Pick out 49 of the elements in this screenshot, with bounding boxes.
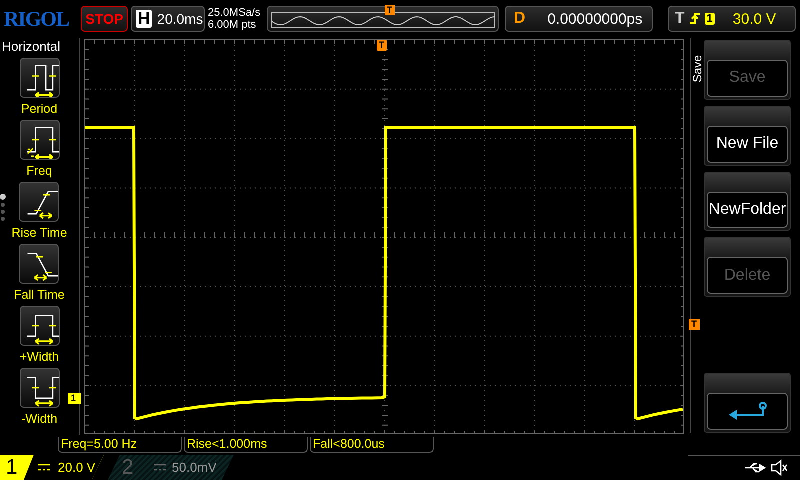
trigger-panel[interactable]: T 1 30.0 V bbox=[668, 6, 796, 32]
channel-scale: 20.0 V bbox=[58, 460, 96, 475]
frequency-icon[interactable] bbox=[20, 120, 60, 160]
channel-tab[interactable]: 2 50.0mV bbox=[108, 455, 234, 480]
rise-time-icon[interactable] bbox=[19, 182, 60, 222]
menu-item-label[interactable]: +Width bbox=[20, 350, 60, 364]
back-button[interactable] bbox=[707, 393, 788, 430]
positive-width-icon[interactable] bbox=[20, 306, 60, 346]
menu-item-label[interactable]: Fall Time bbox=[14, 288, 65, 302]
channel-tab[interactable]: 1 20.0 V bbox=[0, 455, 104, 480]
trigger-position-marker[interactable]: T bbox=[377, 40, 386, 51]
run-stop-status[interactable]: STOP bbox=[81, 6, 128, 32]
menu-button[interactable]: New File bbox=[707, 126, 788, 163]
dc-coupling-icon bbox=[38, 464, 50, 472]
menu-item-label[interactable]: Freq bbox=[26, 164, 52, 178]
channel-number: 2 bbox=[122, 456, 135, 480]
menu-item-label[interactable]: Period bbox=[21, 102, 58, 116]
menu-button[interactable]: NewFolder bbox=[707, 192, 788, 228]
memory-depth: 6.00M pts bbox=[208, 19, 258, 31]
speaker-muted-icon[interactable] bbox=[770, 459, 788, 477]
menu-item-label[interactable]: Rise Time bbox=[12, 226, 68, 240]
usb-icon bbox=[744, 462, 766, 474]
measurement-readout: Rise<1.000ms bbox=[184, 437, 308, 453]
horizontal-label: H bbox=[136, 10, 152, 28]
dc-coupling-icon bbox=[154, 464, 166, 472]
rising-edge-icon bbox=[688, 11, 701, 27]
menu-title: Horizontal bbox=[1, 38, 61, 54]
fall-time-icon[interactable] bbox=[19, 244, 60, 284]
period-icon[interactable] bbox=[20, 58, 60, 98]
delay-panel[interactable]: D 0.00000000ps bbox=[505, 6, 653, 32]
delay-label: D bbox=[514, 10, 526, 28]
menu-title: Save bbox=[690, 55, 704, 83]
measurement-readout: Freq=5.00 Hz bbox=[58, 437, 182, 453]
channel-offset-marker[interactable]: 1 bbox=[68, 393, 82, 404]
trigger-level-marker[interactable]: T bbox=[688, 319, 700, 330]
return-arrow-icon bbox=[726, 400, 768, 423]
sample-rate: 25.0MSa/s bbox=[208, 7, 262, 19]
menu-item-label[interactable]: -Width bbox=[21, 412, 58, 426]
channel-scale: 50.0mV bbox=[172, 460, 217, 475]
measurement-readout: Fall<800.0us bbox=[310, 437, 434, 453]
timebase-panel[interactable]: H 20.0ms bbox=[131, 6, 205, 32]
negative-width-icon[interactable] bbox=[20, 368, 60, 408]
trigger-position-marker: T bbox=[385, 5, 394, 15]
trigger-source: 1 bbox=[704, 13, 715, 25]
timebase-value: 20.0ms bbox=[157, 11, 204, 27]
trigger-level: 30.0 V bbox=[732, 10, 776, 28]
trigger-label: T bbox=[675, 10, 685, 28]
brand-logo: RIGOL bbox=[4, 6, 70, 32]
delay-value: 0.00000000ps bbox=[548, 10, 643, 28]
